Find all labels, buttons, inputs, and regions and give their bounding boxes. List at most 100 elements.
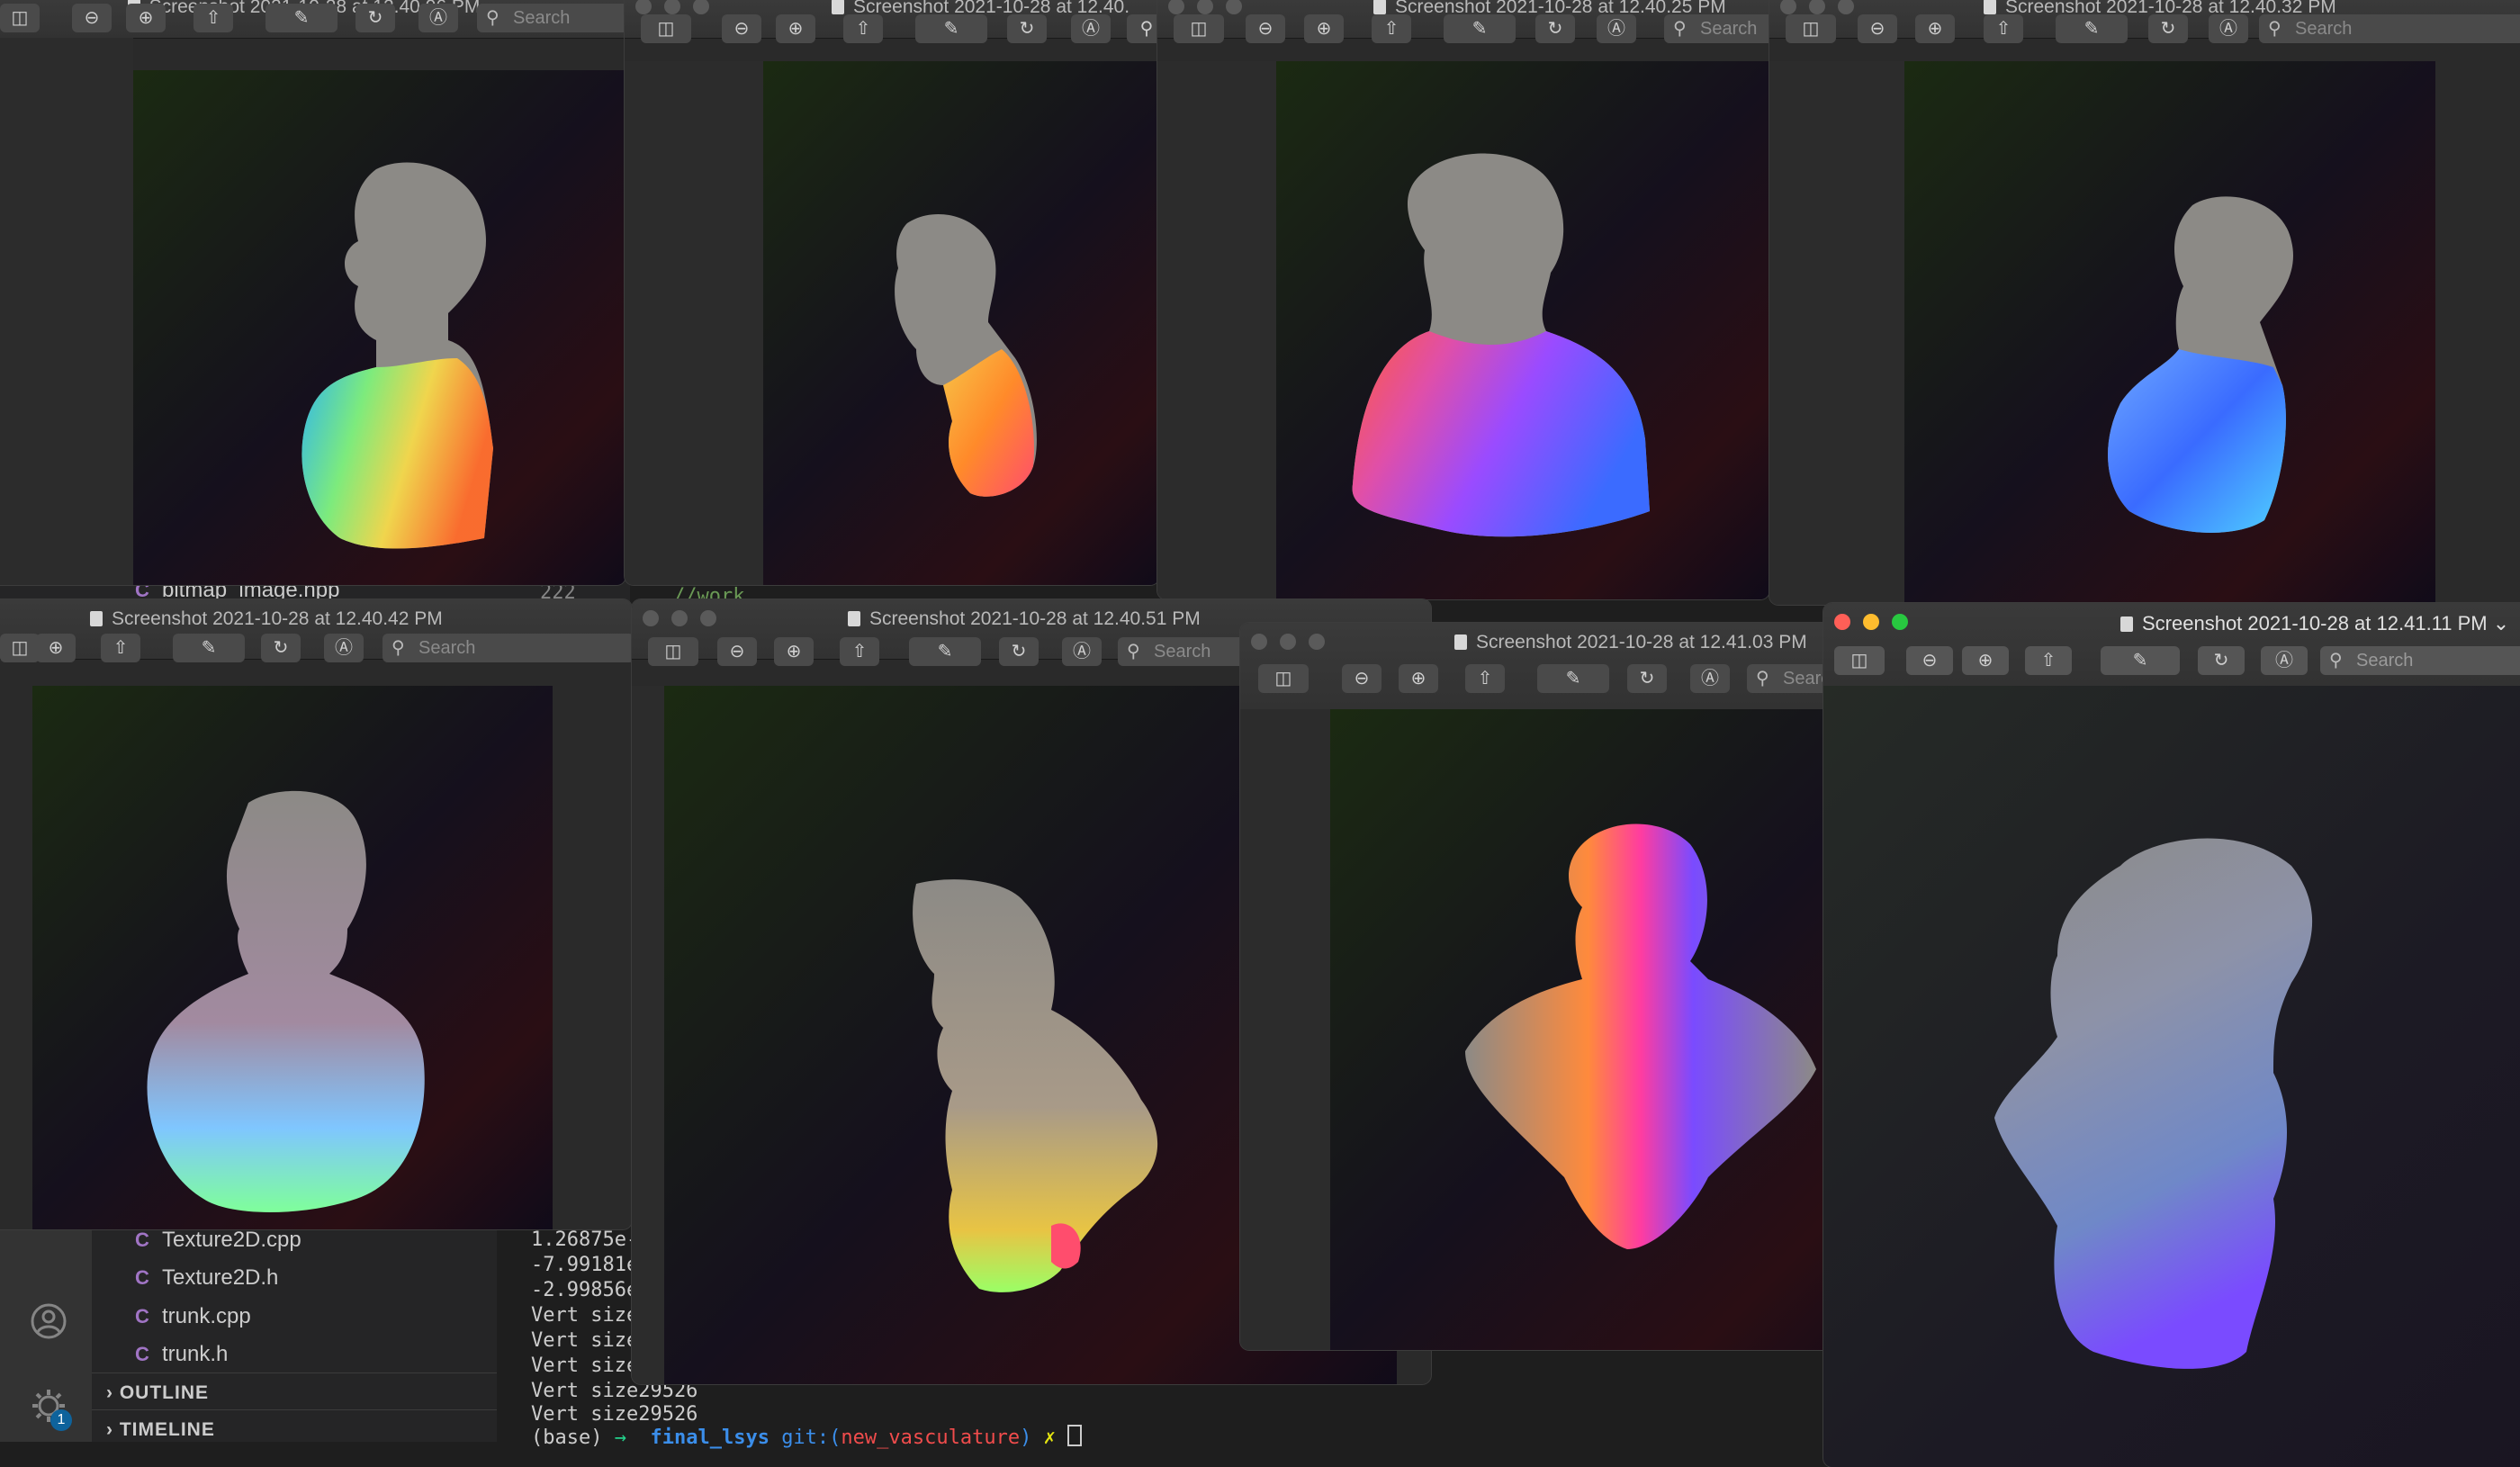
preview-window[interactable]: Screenshot 2021-10-28 at 12.40.42 PM ◫ ⊕… bbox=[0, 599, 632, 1229]
minimize-button[interactable] bbox=[1809, 0, 1825, 14]
minimize-button[interactable] bbox=[664, 0, 680, 14]
search-input[interactable]: ⚲ Search bbox=[477, 4, 626, 32]
close-button[interactable] bbox=[1168, 0, 1184, 14]
zoom-out-icon[interactable]: ⊖ bbox=[1246, 14, 1285, 43]
close-button[interactable] bbox=[635, 0, 652, 14]
markup-pen-icon[interactable]: ✎ bbox=[915, 14, 987, 43]
minimize-button[interactable] bbox=[1863, 614, 1879, 630]
rotate-icon[interactable]: ↻ bbox=[1627, 664, 1667, 693]
preview-window[interactable]: Screenshot 2021-10-28 at 12.40.32 PM ◫ ⊖… bbox=[1769, 0, 2520, 605]
rotate-icon[interactable]: ↻ bbox=[999, 637, 1039, 666]
zoom-out-icon[interactable]: ⊖ bbox=[717, 637, 757, 666]
sidebar-toggle-icon[interactable]: ◫ bbox=[1258, 664, 1309, 693]
zoom-in-icon[interactable]: ⊕ bbox=[126, 4, 166, 32]
rotate-icon[interactable]: ↻ bbox=[261, 634, 301, 662]
zoom-in-icon[interactable]: ⊕ bbox=[776, 14, 815, 43]
preview-window[interactable]: Screenshot 2021-10-28 at 12.40. ◫ ⊖ ⊕ ⇧ … bbox=[625, 0, 1159, 585]
file-item[interactable]: Ctrunk.h bbox=[135, 1342, 228, 1367]
zoom-out-icon[interactable]: ⊖ bbox=[1906, 646, 1953, 675]
sidebar-toggle-icon[interactable]: ◫ bbox=[648, 637, 698, 666]
sidebar-toggle-icon[interactable]: ◫ bbox=[0, 4, 40, 32]
timeline-section[interactable]: › TIMELINE bbox=[106, 1419, 215, 1441]
terminal-line: Vert size bbox=[531, 1329, 639, 1352]
share-icon[interactable]: ⇧ bbox=[840, 637, 879, 666]
rotate-icon[interactable]: ↻ bbox=[1535, 14, 1575, 43]
preview-window[interactable]: Screenshot 2021-10-28 at 12.40.25 PM ◫ ⊖… bbox=[1157, 0, 1769, 599]
search-input[interactable]: ⚲ Search bbox=[2320, 646, 2520, 675]
sidebar-toggle-icon[interactable]: ◫ bbox=[0, 634, 40, 662]
thumbnail-sidebar bbox=[632, 686, 664, 1384]
rotate-icon[interactable]: ↻ bbox=[356, 4, 395, 32]
chevron-down-icon[interactable]: ⌄ bbox=[2493, 612, 2509, 634]
thumbnail-sidebar bbox=[1769, 61, 1904, 605]
search-icon: ⚲ bbox=[1756, 669, 1769, 688]
minimize-button[interactable] bbox=[1197, 0, 1213, 14]
markup-pen-icon[interactable]: ✎ bbox=[2056, 14, 2128, 43]
annotate-icon[interactable]: Ⓐ bbox=[324, 634, 364, 662]
window-title: Screenshot 2021-10-28 at 12.41.11 PM ⌄ bbox=[2120, 612, 2520, 635]
share-icon[interactable]: ⇧ bbox=[1372, 14, 1411, 43]
annotate-icon[interactable]: Ⓐ bbox=[2209, 14, 2248, 43]
maximize-button[interactable] bbox=[1226, 0, 1242, 14]
search-input[interactable]: ⚲ Search bbox=[2259, 14, 2520, 43]
maximize-button[interactable] bbox=[1838, 0, 1854, 14]
zoom-in-icon[interactable]: ⊕ bbox=[1304, 14, 1344, 43]
markup-pen-icon[interactable]: ✎ bbox=[1444, 14, 1516, 43]
rotate-icon[interactable]: ↻ bbox=[1007, 14, 1047, 43]
maximize-button[interactable] bbox=[693, 0, 709, 14]
sidebar-toggle-icon[interactable]: ◫ bbox=[1786, 14, 1836, 43]
zoom-in-icon[interactable]: ⊕ bbox=[1962, 646, 2009, 675]
file-item[interactable]: C Texture2D.cpp bbox=[135, 1228, 302, 1253]
maximize-button[interactable] bbox=[1892, 614, 1908, 630]
annotate-icon[interactable]: Ⓐ bbox=[1062, 637, 1102, 666]
close-button[interactable] bbox=[1834, 614, 1850, 630]
maximize-button[interactable] bbox=[1309, 634, 1325, 650]
preview-window-active[interactable]: Screenshot 2021-10-28 at 12.41.11 PM ⌄ ◫… bbox=[1823, 603, 2520, 1467]
zoom-in-icon[interactable]: ⊕ bbox=[1399, 664, 1438, 693]
rotate-icon[interactable]: ↻ bbox=[2198, 646, 2245, 675]
zoom-out-icon[interactable]: ⊖ bbox=[1342, 664, 1382, 693]
close-button[interactable] bbox=[1780, 0, 1796, 14]
maximize-button[interactable] bbox=[700, 610, 716, 626]
sidebar-toggle-icon[interactable]: ◫ bbox=[1834, 646, 1885, 675]
annotate-icon[interactable]: Ⓐ bbox=[1690, 664, 1730, 693]
file-item[interactable]: Ctrunk.cpp bbox=[135, 1304, 251, 1329]
zoom-in-icon[interactable]: ⊕ bbox=[774, 637, 814, 666]
share-icon[interactable]: ⇧ bbox=[2025, 646, 2072, 675]
share-icon[interactable]: ⇧ bbox=[843, 14, 883, 43]
markup-pen-icon[interactable]: ✎ bbox=[909, 637, 981, 666]
account-icon[interactable] bbox=[31, 1303, 67, 1339]
terminal-prompt[interactable]: (base) → final_lsys git:(new_vasculature… bbox=[531, 1425, 1083, 1449]
share-icon[interactable]: ⇧ bbox=[1984, 14, 2023, 43]
close-button[interactable] bbox=[1251, 634, 1267, 650]
search-input[interactable]: ⚲ Search bbox=[1664, 14, 1769, 43]
minimize-button[interactable] bbox=[671, 610, 688, 626]
zoom-out-icon[interactable]: ⊖ bbox=[72, 4, 112, 32]
sidebar-toggle-icon[interactable]: ◫ bbox=[641, 14, 691, 43]
annotate-icon[interactable]: Ⓐ bbox=[2261, 646, 2308, 675]
zoom-out-icon[interactable]: ⊖ bbox=[1858, 14, 1897, 43]
zoom-out-icon[interactable]: ⊖ bbox=[722, 14, 761, 43]
sidebar-toggle-icon[interactable]: ◫ bbox=[1174, 14, 1224, 43]
annotate-icon[interactable]: Ⓐ bbox=[418, 4, 458, 32]
rotate-icon[interactable]: ↻ bbox=[2148, 14, 2188, 43]
preview-window[interactable]: Screenshot 2021-10-28 at 12.40.06 PM ◫ ⊖… bbox=[0, 0, 626, 585]
zoom-in-icon[interactable]: ⊕ bbox=[36, 634, 76, 662]
file-item[interactable]: C Texture2D.h bbox=[135, 1265, 278, 1291]
depth-image bbox=[32, 686, 553, 1229]
markup-pen-icon[interactable]: ✎ bbox=[173, 634, 245, 662]
share-icon[interactable]: ⇧ bbox=[101, 634, 140, 662]
markup-pen-icon[interactable]: ✎ bbox=[1537, 664, 1609, 693]
close-button[interactable] bbox=[643, 610, 659, 626]
share-icon[interactable]: ⇧ bbox=[194, 4, 233, 32]
minimize-button[interactable] bbox=[1280, 634, 1296, 650]
outline-section[interactable]: › OUTLINE bbox=[106, 1382, 209, 1404]
annotate-icon[interactable]: Ⓐ bbox=[1071, 14, 1111, 43]
zoom-in-icon[interactable]: ⊕ bbox=[1915, 14, 1955, 43]
annotate-icon[interactable]: Ⓐ bbox=[1597, 14, 1636, 43]
search-icon[interactable]: ⚲ bbox=[1127, 14, 1159, 43]
markup-pen-icon[interactable]: ✎ bbox=[2101, 646, 2180, 675]
search-input[interactable]: ⚲ Search bbox=[382, 634, 632, 662]
markup-pen-icon[interactable]: ✎ bbox=[266, 4, 338, 32]
share-icon[interactable]: ⇧ bbox=[1465, 664, 1505, 693]
